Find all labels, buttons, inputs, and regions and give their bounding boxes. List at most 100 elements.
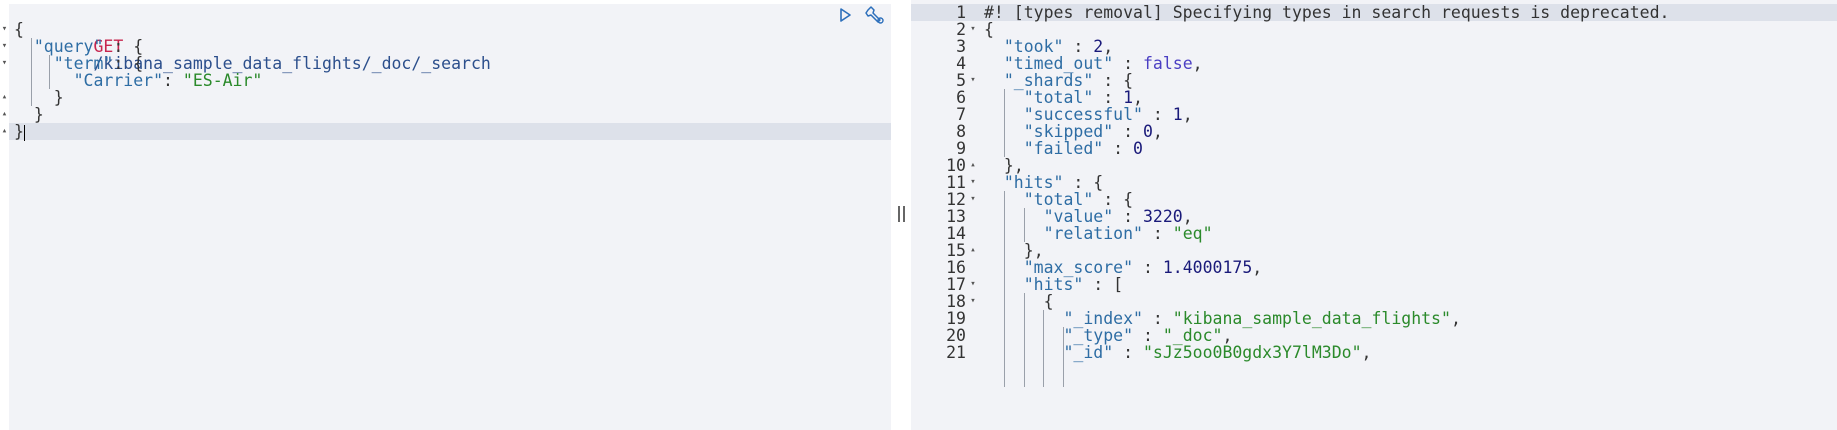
- line-number: 19: [946, 309, 966, 328]
- response-line: 4 "timed_out" : false,: [911, 55, 1837, 72]
- fold-open-icon[interactable]: ▾: [968, 276, 978, 293]
- response-text: "_index" : "kibana_sample_data_flights",: [1063, 309, 1461, 328]
- response-text: "_type" : "_doc",: [1063, 326, 1233, 345]
- fold-open-icon[interactable]: ▾: [0, 21, 9, 38]
- fold-open-icon[interactable]: ▾: [0, 38, 9, 55]
- request-line: }: [33, 105, 44, 124]
- request-toolbar: [834, 4, 886, 26]
- deprecation-warning: #! [types removal] Specifying types in s…: [984, 3, 1670, 22]
- resize-handle[interactable]: [896, 206, 906, 224]
- response-line: 7 "successful" : 1,: [911, 106, 1837, 123]
- request-line: "Carrier": "ES-Air": [73, 71, 263, 90]
- response-line: 18 ▾ {: [911, 293, 1837, 310]
- response-text: "_shards" : {: [1003, 71, 1134, 90]
- line-number: 9: [956, 139, 966, 158]
- fold-open-icon[interactable]: ▾: [968, 174, 978, 191]
- request-line: "term": {: [53, 54, 144, 73]
- line-number: 1: [956, 3, 966, 22]
- line-number: 21: [946, 343, 966, 362]
- response-line: 14 "relation" : "eq": [911, 225, 1837, 242]
- line-number: 4: [956, 54, 966, 73]
- response-text: "total" : {: [1023, 190, 1134, 209]
- pane-divider: [891, 0, 911, 430]
- play-icon: [840, 8, 851, 22]
- line-number: 5: [956, 71, 966, 90]
- response-line: 19 "_index" : "kibana_sample_data_flight…: [911, 310, 1837, 327]
- response-text: {: [984, 20, 994, 39]
- indent-guide: [1024, 293, 1025, 387]
- response-text: "total" : 1,: [1023, 88, 1143, 107]
- response-line: 10 ▴ },: [911, 157, 1837, 174]
- line-number: 17: [946, 275, 966, 294]
- response-text: "successful" : 1,: [1023, 105, 1193, 124]
- line-number: 7: [956, 105, 966, 124]
- request-line: {: [14, 20, 24, 39]
- fold-open-icon[interactable]: ▾: [968, 21, 978, 38]
- wrench-icon: [865, 6, 884, 24]
- request-editor[interactable]: GET /kibana_sample_data_flights/_doc/_se…: [9, 4, 891, 430]
- line-number: 2: [956, 20, 966, 39]
- request-line: }: [53, 88, 64, 107]
- response-text: "skipped" : 0,: [1023, 122, 1163, 141]
- response-line: 13 "value" : 3220,: [911, 208, 1837, 225]
- fold-close-icon[interactable]: ▴: [968, 157, 978, 174]
- response-text: },: [1003, 156, 1024, 175]
- line-number: 18: [946, 292, 966, 311]
- response-text: "max_score" : 1.4000175,: [1023, 258, 1263, 277]
- line-number: 16: [946, 258, 966, 277]
- request-line: GET /kibana_sample_data_flights/_doc/_se…: [9, 4, 891, 72]
- line-number: 6: [956, 88, 966, 107]
- response-text: "value" : 3220,: [1043, 207, 1193, 226]
- fold-open-icon[interactable]: ▾: [968, 191, 978, 208]
- response-line: 3 "took" : 2,: [911, 38, 1837, 55]
- response-text: "hits" : {: [1003, 173, 1104, 192]
- indent-guide: [1063, 327, 1064, 387]
- indent-guide: [49, 55, 50, 89]
- line-number: 13: [946, 207, 966, 226]
- response-text: "timed_out" : false,: [1003, 54, 1203, 73]
- response-text: "failed" : 0: [1023, 139, 1143, 158]
- fold-open-icon[interactable]: ▾: [968, 293, 978, 310]
- response-line: 11 ▾ "hits" : {: [911, 174, 1837, 191]
- line-number: 11: [946, 173, 966, 192]
- response-text: "relation" : "eq": [1043, 224, 1213, 243]
- fold-close-icon[interactable]: ▴: [968, 242, 978, 259]
- line-number: 8: [956, 122, 966, 141]
- request-pane: GET /kibana_sample_data_flights/_doc/_se…: [0, 0, 891, 430]
- indent-guide: [1004, 191, 1005, 387]
- response-line: 16 "max_score" : 1.4000175,: [911, 259, 1837, 276]
- response-line: 8 "skipped" : 0,: [911, 123, 1837, 140]
- indent-guide: [1024, 208, 1025, 242]
- request-line: "query" : {: [33, 37, 144, 56]
- response-text: {: [1043, 292, 1054, 311]
- fold-open-icon[interactable]: ▾: [968, 72, 978, 89]
- line-number: 10: [946, 156, 966, 175]
- request-line: }: [9, 123, 891, 141]
- response-line: 5 ▾ "_shards" : {: [911, 72, 1837, 89]
- response-line: 15 ▴ },: [911, 242, 1837, 259]
- fold-close-icon[interactable]: ▴: [0, 106, 9, 123]
- response-line: 1 #! [types removal] Specifying types in …: [911, 4, 1837, 21]
- response-line: 12 ▾ "total" : {: [911, 191, 1837, 208]
- line-number: 12: [946, 190, 966, 209]
- fold-close-icon[interactable]: ▴: [0, 89, 9, 106]
- line-number: 14: [946, 224, 966, 243]
- response-pane[interactable]: 1 #! [types removal] Specifying types in …: [911, 0, 1837, 430]
- response-text: "took" : 2,: [1003, 37, 1114, 56]
- line-number: 15: [946, 241, 966, 260]
- indent-guide: [31, 38, 32, 106]
- run-request-button[interactable]: [834, 4, 856, 26]
- settings-button[interactable]: [864, 4, 886, 26]
- response-line: 2 ▾ {: [911, 21, 1837, 38]
- response-line: 21 "_id" : "sJz5oo0B0gdx3Y7lM3Do",: [911, 344, 1837, 361]
- response-line: 17 ▾ "hits" : [: [911, 276, 1837, 293]
- response-text: },: [1023, 241, 1044, 260]
- fold-open-icon[interactable]: ▾: [0, 55, 9, 72]
- fold-close-icon[interactable]: ▴: [0, 123, 9, 140]
- response-line: 6 "total" : 1,: [911, 89, 1837, 106]
- indent-guide: [1004, 89, 1005, 157]
- line-number: 20: [946, 326, 966, 345]
- indent-guide: [1043, 310, 1044, 387]
- response-line: 9 "failed" : 0: [911, 140, 1837, 157]
- line-number: 3: [956, 37, 966, 56]
